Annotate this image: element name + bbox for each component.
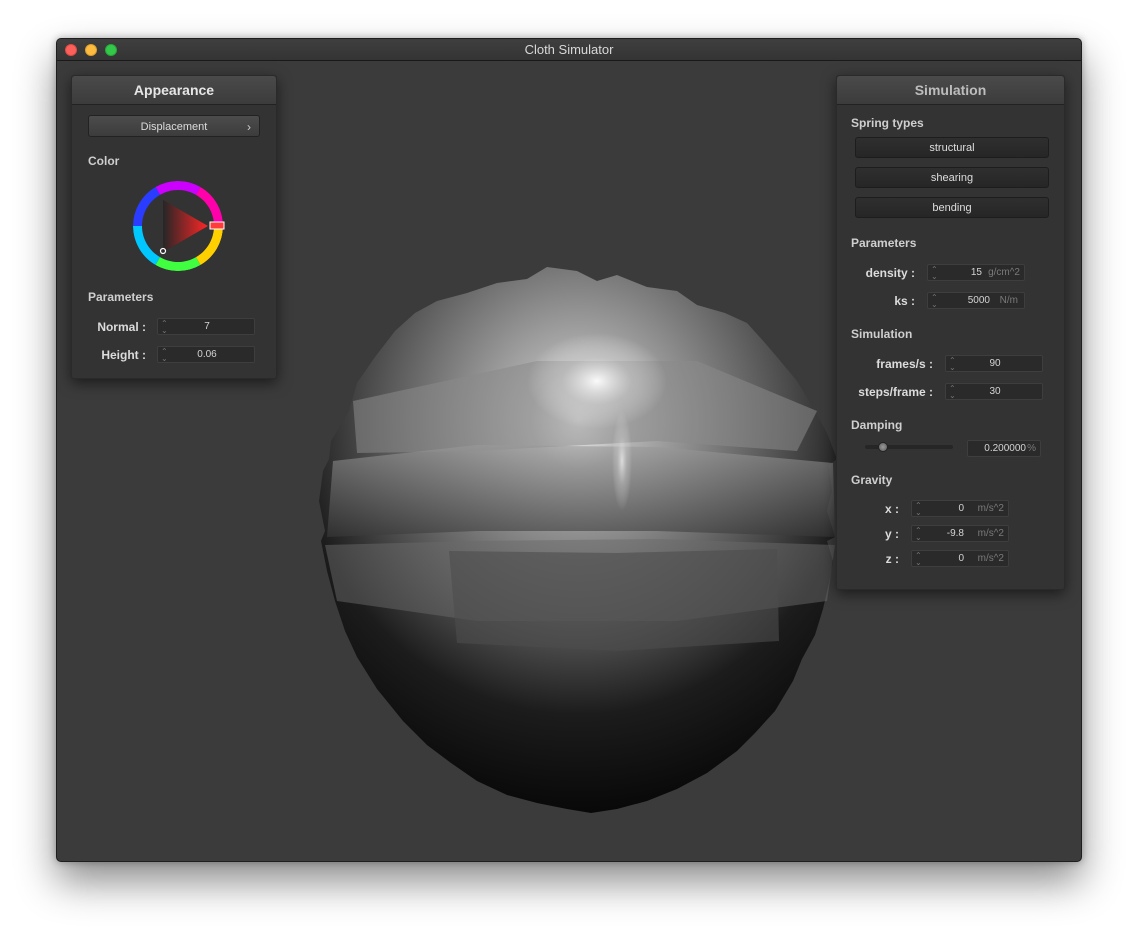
gravity-z-label: z : xyxy=(885,552,899,566)
steps-input[interactable]: ⌃ ⌄ 30 xyxy=(945,383,1043,400)
appearance-panel-title[interactable]: Appearance xyxy=(72,76,276,105)
spinner-icon[interactable]: ⌃ ⌄ xyxy=(915,552,922,567)
simulation-parameters-label: Parameters xyxy=(851,236,917,250)
appearance-parameters-label: Parameters xyxy=(88,290,154,304)
normal-label: Normal : xyxy=(97,320,146,334)
normal-input[interactable]: ⌃ ⌄ 7 xyxy=(157,318,255,335)
density-input[interactable]: ⌃ ⌄ 15 g/cm^2 xyxy=(927,264,1025,281)
height-input[interactable]: ⌃ ⌄ 0.06 xyxy=(157,346,255,363)
damping-label: Damping xyxy=(851,418,903,432)
render-viewport[interactable]: Appearance Displacement › Color Paramete… xyxy=(57,61,1081,861)
spinner-icon[interactable]: ⌃ ⌄ xyxy=(931,266,938,281)
spinner-icon[interactable]: ⌃ ⌄ xyxy=(915,527,922,542)
gravity-x-input[interactable]: ⌃ ⌄ 0 m/s^2 xyxy=(911,500,1009,517)
structural-toggle-button[interactable]: structural xyxy=(855,137,1049,158)
ks-input[interactable]: ⌃ ⌄ 5000 N/m xyxy=(927,292,1025,309)
bending-toggle-button[interactable]: bending xyxy=(855,197,1049,218)
spinner-icon[interactable]: ⌃ ⌄ xyxy=(931,294,938,309)
simulation-panel-title[interactable]: Simulation xyxy=(837,76,1064,105)
shader-dropdown[interactable]: Displacement › xyxy=(88,115,260,137)
gravity-y-input[interactable]: ⌃ ⌄ -9.8 m/s^2 xyxy=(911,525,1009,542)
damping-slider-handle[interactable] xyxy=(877,442,888,452)
app-window: Cloth Simulator Appearance Displacement … xyxy=(56,38,1082,862)
appearance-panel: Appearance Displacement › Color Paramete… xyxy=(71,75,277,379)
gravity-x-label: x : xyxy=(884,502,899,516)
title-bar: Cloth Simulator xyxy=(57,39,1081,61)
color-wheel[interactable] xyxy=(130,178,226,274)
simulation-section-label: Simulation xyxy=(851,327,913,341)
height-label: Height : xyxy=(101,348,146,362)
chevron-right-icon: › xyxy=(247,120,251,134)
gravity-y-label: y : xyxy=(884,527,899,541)
damping-input[interactable]: 0.200000 % xyxy=(967,440,1041,457)
simulation-panel: Simulation Spring types structural shear… xyxy=(836,75,1065,590)
color-label: Color xyxy=(88,154,120,168)
fps-label: frames/s : xyxy=(876,357,933,371)
ks-label: ks : xyxy=(894,294,915,308)
spring-types-label: Spring types xyxy=(851,116,924,130)
steps-label: steps/frame : xyxy=(858,385,933,399)
density-label: density : xyxy=(865,266,915,280)
gravity-z-input[interactable]: ⌃ ⌄ 0 m/s^2 xyxy=(911,550,1009,567)
spinner-icon[interactable]: ⌃ ⌄ xyxy=(915,502,922,517)
gravity-label: Gravity xyxy=(851,473,893,487)
shader-dropdown-label: Displacement xyxy=(140,121,208,133)
window-title: Cloth Simulator xyxy=(524,42,614,57)
shearing-toggle-button[interactable]: shearing xyxy=(855,167,1049,188)
fps-input[interactable]: ⌃ ⌄ 90 xyxy=(945,355,1043,372)
